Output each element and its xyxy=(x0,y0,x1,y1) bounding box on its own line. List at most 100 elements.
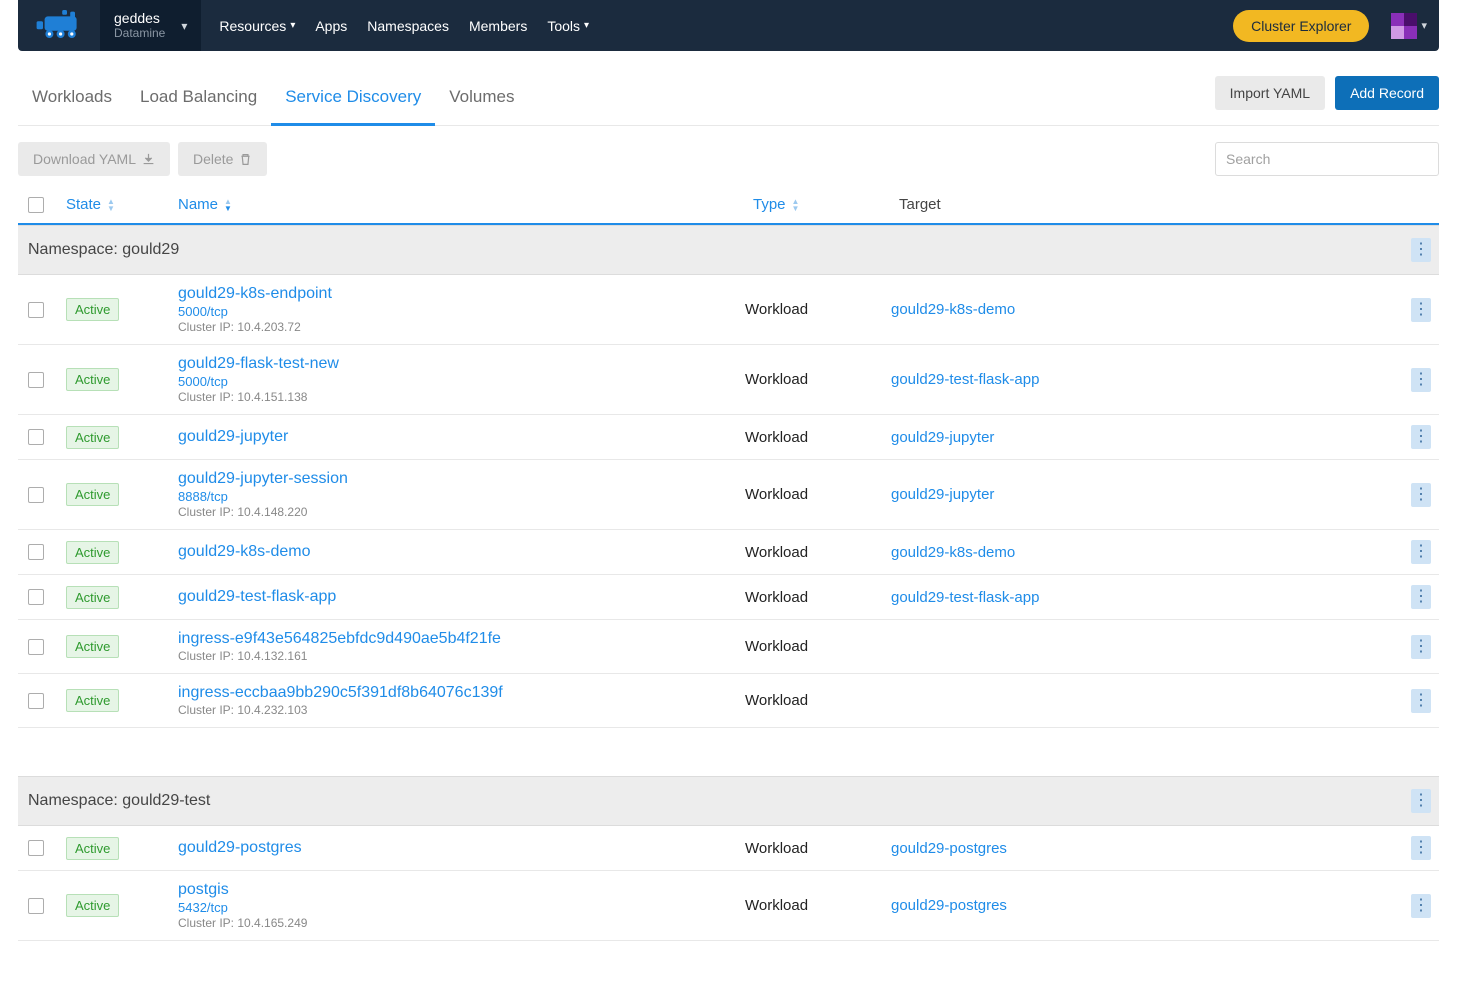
column-state[interactable]: State ▲▼ xyxy=(66,196,178,213)
namespace-label: Namespace: gould29 xyxy=(28,241,179,259)
row-actions-button[interactable]: ⋮ xyxy=(1411,483,1431,507)
service-port-link[interactable]: 5000/tcp xyxy=(178,374,745,389)
column-name[interactable]: Name ▲▼ xyxy=(178,196,753,213)
add-record-button[interactable]: Add Record xyxy=(1335,76,1439,110)
logo[interactable] xyxy=(18,10,100,42)
row-actions-button[interactable]: ⋮ xyxy=(1411,635,1431,659)
topnav-members[interactable]: Members xyxy=(469,18,527,34)
table-row: Active gould29-k8s-demoWorkloadgould29-k8… xyxy=(18,530,1439,575)
service-port-link[interactable]: 5432/tcp xyxy=(178,900,745,915)
row-checkbox[interactable] xyxy=(28,487,44,503)
table-row: Activegould29-test-flask-appWorkloadgoul… xyxy=(18,575,1439,620)
table-row: Activegould29-k8s-endpoint5000/tcpCluste… xyxy=(18,275,1439,345)
row-checkbox[interactable] xyxy=(28,898,44,914)
topnav-apps[interactable]: Apps xyxy=(315,18,347,34)
state-badge: Active xyxy=(66,586,119,609)
row-actions-button[interactable]: ⋮ xyxy=(1411,298,1431,322)
namespace-actions-button[interactable]: ⋮ xyxy=(1411,789,1431,813)
avatar-icon xyxy=(1391,13,1417,39)
column-type[interactable]: Type ▲▼ xyxy=(753,196,899,213)
service-name-link[interactable]: postgis xyxy=(178,881,745,899)
target-link[interactable]: gould29-k8s-demo xyxy=(891,544,1015,561)
kebab-icon: ⋮ xyxy=(1413,595,1429,599)
trash-icon xyxy=(239,153,252,166)
service-port-link[interactable]: 8888/tcp xyxy=(178,489,745,504)
kebab-icon: ⋮ xyxy=(1413,248,1429,252)
table-row: Activegould29-jupyter-session8888/tcpClu… xyxy=(18,460,1439,530)
row-actions-button[interactable]: ⋮ xyxy=(1411,368,1431,392)
row-actions-button[interactable]: ⋮ xyxy=(1411,894,1431,918)
row-actions-button[interactable]: ⋮ xyxy=(1411,585,1431,609)
kebab-icon: ⋮ xyxy=(1413,645,1429,649)
target-link[interactable]: gould29-test-flask-app xyxy=(891,589,1039,606)
row-actions-button[interactable]: ⋮ xyxy=(1411,540,1431,564)
search-input[interactable] xyxy=(1215,142,1439,176)
target-link[interactable]: gould29-k8s-demo xyxy=(891,301,1015,318)
table-row: Activepostgis5432/tcpCluster IP: 10.4.16… xyxy=(18,871,1439,941)
row-checkbox[interactable] xyxy=(28,372,44,388)
state-badge: Active xyxy=(66,541,119,564)
row-checkbox[interactable] xyxy=(28,840,44,856)
row-checkbox[interactable] xyxy=(28,639,44,655)
tab-load-balancing[interactable]: Load Balancing xyxy=(126,73,271,125)
kebab-icon: ⋮ xyxy=(1413,493,1429,497)
type-cell: Workload xyxy=(745,544,891,561)
table-row: Active gould29-flask-test-new5000/tcpClus… xyxy=(18,345,1439,415)
state-badge: Active xyxy=(66,368,119,391)
topnav-resources[interactable]: Resources▾ xyxy=(219,18,295,34)
row-actions-button[interactable]: ⋮ xyxy=(1411,689,1431,713)
row-checkbox[interactable] xyxy=(28,544,44,560)
row-actions-button[interactable]: ⋮ xyxy=(1411,425,1431,449)
service-name-link[interactable]: ingress-e9f43e564825ebfdc9d490ae5b4f21fe xyxy=(178,630,745,648)
target-link[interactable]: gould29-test-flask-app xyxy=(891,371,1039,388)
service-name-link[interactable]: gould29-flask-test-new xyxy=(178,355,745,373)
namespace-actions-button[interactable]: ⋮ xyxy=(1411,238,1431,262)
tab-service-discovery[interactable]: Service Discovery xyxy=(271,73,435,126)
import-yaml-button[interactable]: Import YAML xyxy=(1215,76,1325,110)
topnav: Resources▾ Apps Namespaces Members Tools▾ xyxy=(201,18,607,34)
row-checkbox[interactable] xyxy=(28,589,44,605)
tab-volumes[interactable]: Volumes xyxy=(435,73,528,125)
target-link[interactable]: gould29-postgres xyxy=(891,897,1007,914)
select-all-checkbox[interactable] xyxy=(28,197,44,213)
service-name-link[interactable]: gould29-k8s-endpoint xyxy=(178,285,745,303)
download-yaml-button[interactable]: Download YAML xyxy=(18,142,170,176)
target-link[interactable]: gould29-postgres xyxy=(891,840,1007,857)
cluster-select[interactable]: geddes Datamine ▾ xyxy=(100,0,201,51)
row-checkbox[interactable] xyxy=(28,693,44,709)
cluster-ip: Cluster IP: 10.4.165.249 xyxy=(178,916,745,930)
type-cell: Workload xyxy=(745,840,891,857)
service-name-link[interactable]: gould29-jupyter-session xyxy=(178,470,745,488)
service-name-link[interactable]: gould29-k8s-demo xyxy=(178,543,745,561)
type-cell: Workload xyxy=(745,638,891,655)
topnav-namespaces[interactable]: Namespaces xyxy=(367,18,449,34)
sort-icon: ▲▼ xyxy=(224,198,232,212)
cluster-explorer-button[interactable]: Cluster Explorer xyxy=(1233,10,1369,42)
type-cell: Workload xyxy=(745,486,891,503)
cluster-ip: Cluster IP: 10.4.151.138 xyxy=(178,390,745,404)
row-checkbox[interactable] xyxy=(28,302,44,318)
chevron-down-icon: ▾ xyxy=(1421,19,1427,32)
user-avatar-menu[interactable]: ▾ xyxy=(1379,13,1427,39)
service-name-link[interactable]: gould29-postgres xyxy=(178,839,745,857)
service-name-link[interactable]: gould29-test-flask-app xyxy=(178,588,745,606)
topnav-tools[interactable]: Tools▾ xyxy=(547,18,589,34)
state-badge: Active xyxy=(66,689,119,712)
cluster-ip: Cluster IP: 10.4.203.72 xyxy=(178,320,745,334)
service-name-link[interactable]: gould29-jupyter xyxy=(178,428,745,446)
target-link[interactable]: gould29-jupyter xyxy=(891,486,994,503)
delete-button[interactable]: Delete xyxy=(178,142,267,176)
row-actions-button[interactable]: ⋮ xyxy=(1411,836,1431,860)
row-checkbox[interactable] xyxy=(28,429,44,445)
chevron-down-icon: ▾ xyxy=(181,19,187,33)
cluster-ip: Cluster IP: 10.4.232.103 xyxy=(178,703,745,717)
service-port-link[interactable]: 5000/tcp xyxy=(178,304,745,319)
kebab-icon: ⋮ xyxy=(1413,846,1429,850)
kebab-icon: ⋮ xyxy=(1413,799,1429,803)
column-target[interactable]: Target xyxy=(899,196,1399,213)
kebab-icon: ⋮ xyxy=(1413,378,1429,382)
target-link[interactable]: gould29-jupyter xyxy=(891,429,994,446)
tab-workloads[interactable]: Workloads xyxy=(18,73,126,125)
service-name-link[interactable]: ingress-eccbaa9bb290c5f391df8b64076c139f xyxy=(178,684,745,702)
type-cell: Workload xyxy=(745,897,891,914)
